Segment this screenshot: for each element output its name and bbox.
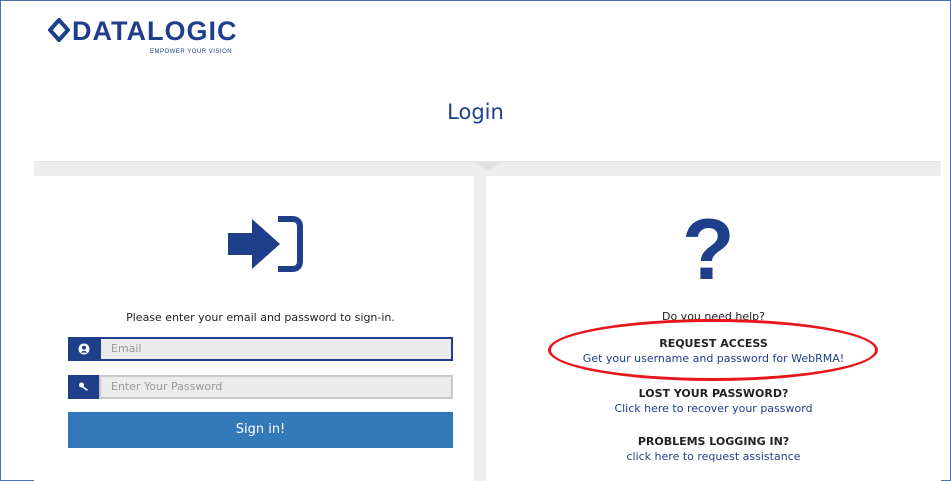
page-title: Login [447, 100, 504, 124]
question-mark-icon: ? [682, 202, 735, 298]
header-notch [472, 161, 504, 171]
email-field[interactable]: Email [99, 337, 453, 361]
request-assistance-link[interactable]: click here to request assistance [486, 450, 941, 463]
highlight-annotation [548, 319, 878, 381]
user-icon [68, 337, 99, 361]
signin-button[interactable]: Sign in! [68, 412, 453, 448]
login-instruction: Please enter your email and password to … [126, 311, 395, 324]
email-row: Email [68, 337, 453, 361]
logo-mark-icon [47, 17, 71, 47]
panel-divider [474, 176, 486, 481]
lost-password-heading: LOST YOUR PASSWORD? [638, 387, 789, 400]
problems-heading: PROBLEMS LOGGING IN? [637, 435, 790, 448]
key-icon [68, 375, 99, 399]
logo-wordmark: DATALOGIC [47, 17, 237, 47]
password-row: Enter Your Password [68, 375, 453, 399]
logo-tagline: EMPOWER YOUR VISION [150, 49, 233, 55]
sign-in-arrow-icon [226, 215, 306, 277]
datalogic-logo[interactable]: DATALOGIC EMPOWER YOUR VISION [47, 17, 237, 55]
recover-password-link[interactable]: Click here to recover your password [486, 402, 941, 415]
password-field[interactable]: Enter Your Password [99, 375, 453, 399]
